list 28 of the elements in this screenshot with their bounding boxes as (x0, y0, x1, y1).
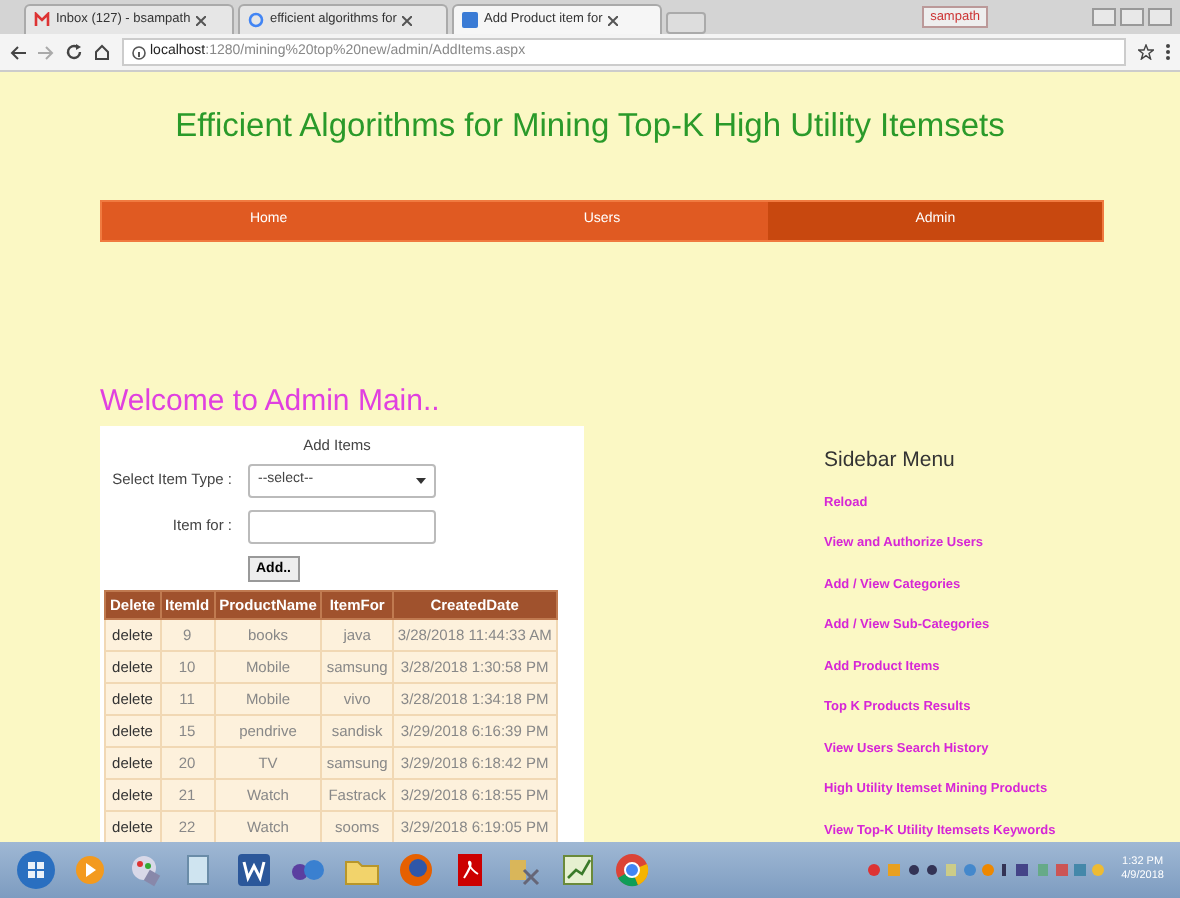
tray-icons-drawing[interactable] (865, 862, 1106, 878)
welcome-heading: Welcome to Admin Main.. (100, 385, 442, 419)
close-icon[interactable] (608, 15, 619, 25)
mail-icon (34, 12, 50, 28)
reload-icon[interactable] (66, 44, 82, 60)
minimize-button[interactable] (1092, 8, 1116, 26)
firefox-icon[interactable] (398, 852, 434, 888)
sidebar-title: Sidebar Menu (824, 445, 957, 476)
dropdown-caret-icon (416, 477, 426, 484)
bookmark-star-icon[interactable] (1138, 44, 1154, 60)
close-button[interactable] (1148, 8, 1172, 26)
page-icon (462, 12, 478, 28)
info-icon (132, 45, 146, 59)
pdf-icon[interactable] (452, 852, 488, 888)
word-icon[interactable] (236, 852, 272, 888)
search-icon (248, 12, 264, 28)
home-icon[interactable] (94, 44, 110, 60)
close-icon[interactable] (196, 15, 207, 25)
chrome-icon[interactable] (614, 852, 650, 888)
chart-icon[interactable] (560, 852, 596, 888)
start-button[interactable] (16, 850, 56, 890)
paint-icon[interactable] (128, 852, 164, 888)
close-icon[interactable] (402, 15, 413, 25)
back-icon[interactable] (10, 45, 26, 59)
site-title: Efficient Algorithms for Mining Top-K High Utility Itemsets (173, 108, 1007, 148)
item-for-field[interactable] (248, 509, 436, 544)
media-player-icon[interactable] (74, 852, 110, 888)
maximize-button[interactable] (1120, 8, 1144, 26)
